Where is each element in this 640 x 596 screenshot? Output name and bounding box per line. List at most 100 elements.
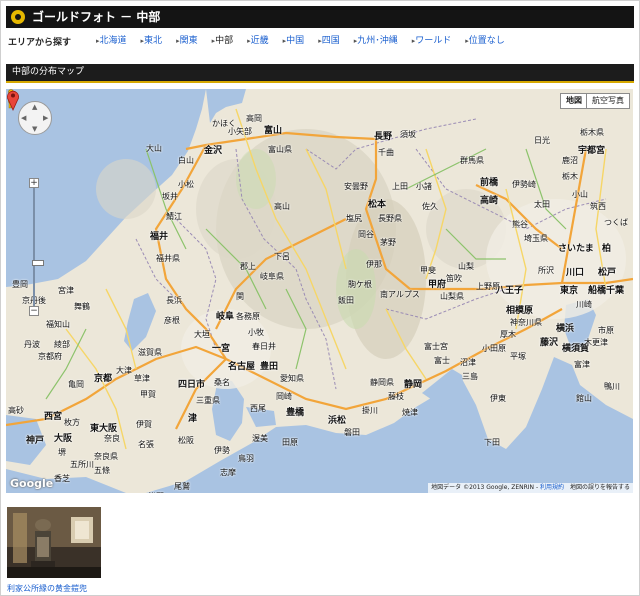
city-label: 岐阜県 [260, 272, 284, 281]
city-label: 福知山 [46, 320, 70, 329]
city-label: 松阪 [178, 436, 194, 445]
city-label: 東京 [560, 286, 579, 296]
city-label: 相模原 [506, 306, 534, 316]
city-label: 甲賀 [140, 390, 156, 399]
area-nav: エリアから探す 北海道東北関東中部近畿中国四国九州･沖縄ワールド位置なし [8, 34, 632, 48]
map-marker-icon[interactable] [6, 89, 20, 111]
city-label: 鴨川 [604, 382, 620, 391]
city-label: 熊谷 [512, 220, 528, 229]
city-label: 笛吹 [446, 274, 462, 283]
armor-photo-image [7, 507, 101, 578]
photo-caption-link[interactable]: 利家公所縁の黄金鎧兜 [7, 583, 87, 594]
pan-control[interactable]: ▲ ▼ ◀ ▶ [18, 101, 52, 135]
pan-up-icon[interactable]: ▲ [32, 103, 37, 111]
city-label: 高砂 [8, 406, 24, 415]
city-label: 西尾 [250, 404, 266, 413]
city-label: 千曲 [378, 148, 394, 157]
city-label: 大山 [146, 144, 162, 153]
map-type-satellite-button[interactable]: 航空写真 [586, 93, 630, 109]
area-link[interactable]: 中国 [283, 34, 304, 48]
zoom-out-button[interactable]: − [29, 306, 39, 316]
city-label: 小山 [572, 190, 588, 199]
city-label: 上田 [392, 182, 408, 191]
city-label: 茅野 [380, 238, 396, 247]
city-label: 大阪 [54, 434, 73, 444]
city-label: 柏 [602, 244, 612, 254]
city-label: 富士 [434, 356, 450, 365]
city-label: 松戸 [598, 268, 617, 278]
city-label: 静岡県 [370, 378, 394, 387]
city-label: 千葉 [606, 286, 625, 296]
zoom-control: + − [29, 178, 44, 316]
area-link[interactable]: 関東 [176, 34, 198, 48]
city-label: 前橋 [480, 178, 499, 188]
pan-left-icon[interactable]: ◀ [21, 114, 26, 122]
city-label: 亀岡 [68, 380, 84, 389]
city-label: 堺 [58, 448, 66, 457]
city-label: 宮津 [58, 286, 74, 295]
city-label: 草津 [134, 374, 150, 383]
zoom-in-button[interactable]: + [29, 178, 39, 188]
city-label: 長浜 [166, 296, 182, 305]
area-links: 北海道東北関東中部近畿中国四国九州･沖縄ワールド位置なし [96, 34, 519, 48]
city-label: 岡谷 [358, 230, 374, 239]
city-label: 白山 [178, 156, 194, 165]
city-label: 愛知県 [280, 374, 304, 383]
area-link[interactable]: ワールド [412, 34, 451, 48]
area-link[interactable]: 東北 [141, 34, 162, 48]
city-label: 鯖江 [166, 212, 182, 221]
city-label: 京都府 [38, 352, 62, 361]
city-label: 名古屋 [228, 362, 256, 372]
city-label: 館山 [576, 394, 592, 403]
city-label: 西宮 [44, 412, 63, 422]
city-label: 小田原 [482, 344, 506, 353]
google-logo[interactable]: Google [10, 477, 53, 490]
city-label: 筑西 [590, 202, 606, 211]
city-label: 市原 [598, 326, 614, 335]
area-link[interactable]: 位置なし [465, 34, 505, 48]
city-label: 飯田 [338, 296, 354, 305]
city-label: 川崎 [576, 300, 592, 309]
city-label: 鹿沼 [562, 156, 578, 165]
city-label: 京都 [94, 374, 113, 384]
area-link[interactable]: 北海道 [96, 34, 127, 48]
area-link[interactable]: 近畿 [247, 34, 269, 48]
city-label: 丹波 [24, 340, 40, 349]
city-label: 舞鶴 [74, 302, 90, 311]
city-label: 船橋 [588, 286, 607, 296]
city-label: 神戸 [26, 436, 45, 446]
report-error-link[interactable]: 地図の誤りを報告する [570, 484, 630, 491]
zoom-slider-track[interactable] [32, 188, 44, 306]
city-label: 厚木 [500, 330, 516, 339]
city-label: 伊勢 [214, 446, 230, 455]
city-label: 尾鷲 [174, 482, 190, 491]
terms-link[interactable]: 利用規約 [540, 484, 564, 491]
pan-right-icon[interactable]: ▶ [43, 114, 48, 122]
city-label: 綾部 [54, 340, 70, 349]
photo-thumbnail[interactable] [7, 507, 101, 578]
city-label: 大垣 [194, 330, 210, 339]
city-label: 富山県 [268, 145, 292, 154]
city-label: 高岡 [246, 114, 262, 123]
map-type-map-button[interactable]: 地図 [560, 93, 588, 109]
city-label: 豊橋 [286, 408, 305, 418]
city-label: 小牧 [248, 328, 264, 337]
city-label: 鳥羽 [238, 454, 254, 463]
city-label: 一宮 [212, 344, 231, 354]
section-title: 中部の分布マップ [12, 67, 85, 77]
zoom-slider-handle[interactable] [32, 260, 44, 266]
pan-down-icon[interactable]: ▼ [32, 125, 37, 133]
city-label: 坂井 [162, 192, 178, 201]
city-label: 奈良 [104, 434, 120, 443]
city-label: 高崎 [480, 196, 499, 206]
city-label: 豊田 [260, 362, 279, 372]
city-label: 彦根 [164, 316, 180, 325]
city-label: 栃木県 [580, 128, 604, 137]
distribution-map[interactable]: 富山 富山県 金沢 白山 小松 かほく 小矢部 高岡 福井 福井県 鯖江 坂井 長野 須坂 千曲 上田 松本 安曇… [6, 89, 633, 493]
area-link[interactable]: 四国 [318, 34, 340, 48]
area-link[interactable]: 九州･沖縄 [354, 34, 398, 48]
city-label: 富士宮 [424, 342, 448, 351]
map-attribution: 地図データ ©2013 Google, ZENRIN - 利用規約 地図の誤りを… [428, 483, 633, 493]
city-label: 奈良県 [94, 452, 118, 461]
city-label: 甲斐 [420, 266, 436, 275]
